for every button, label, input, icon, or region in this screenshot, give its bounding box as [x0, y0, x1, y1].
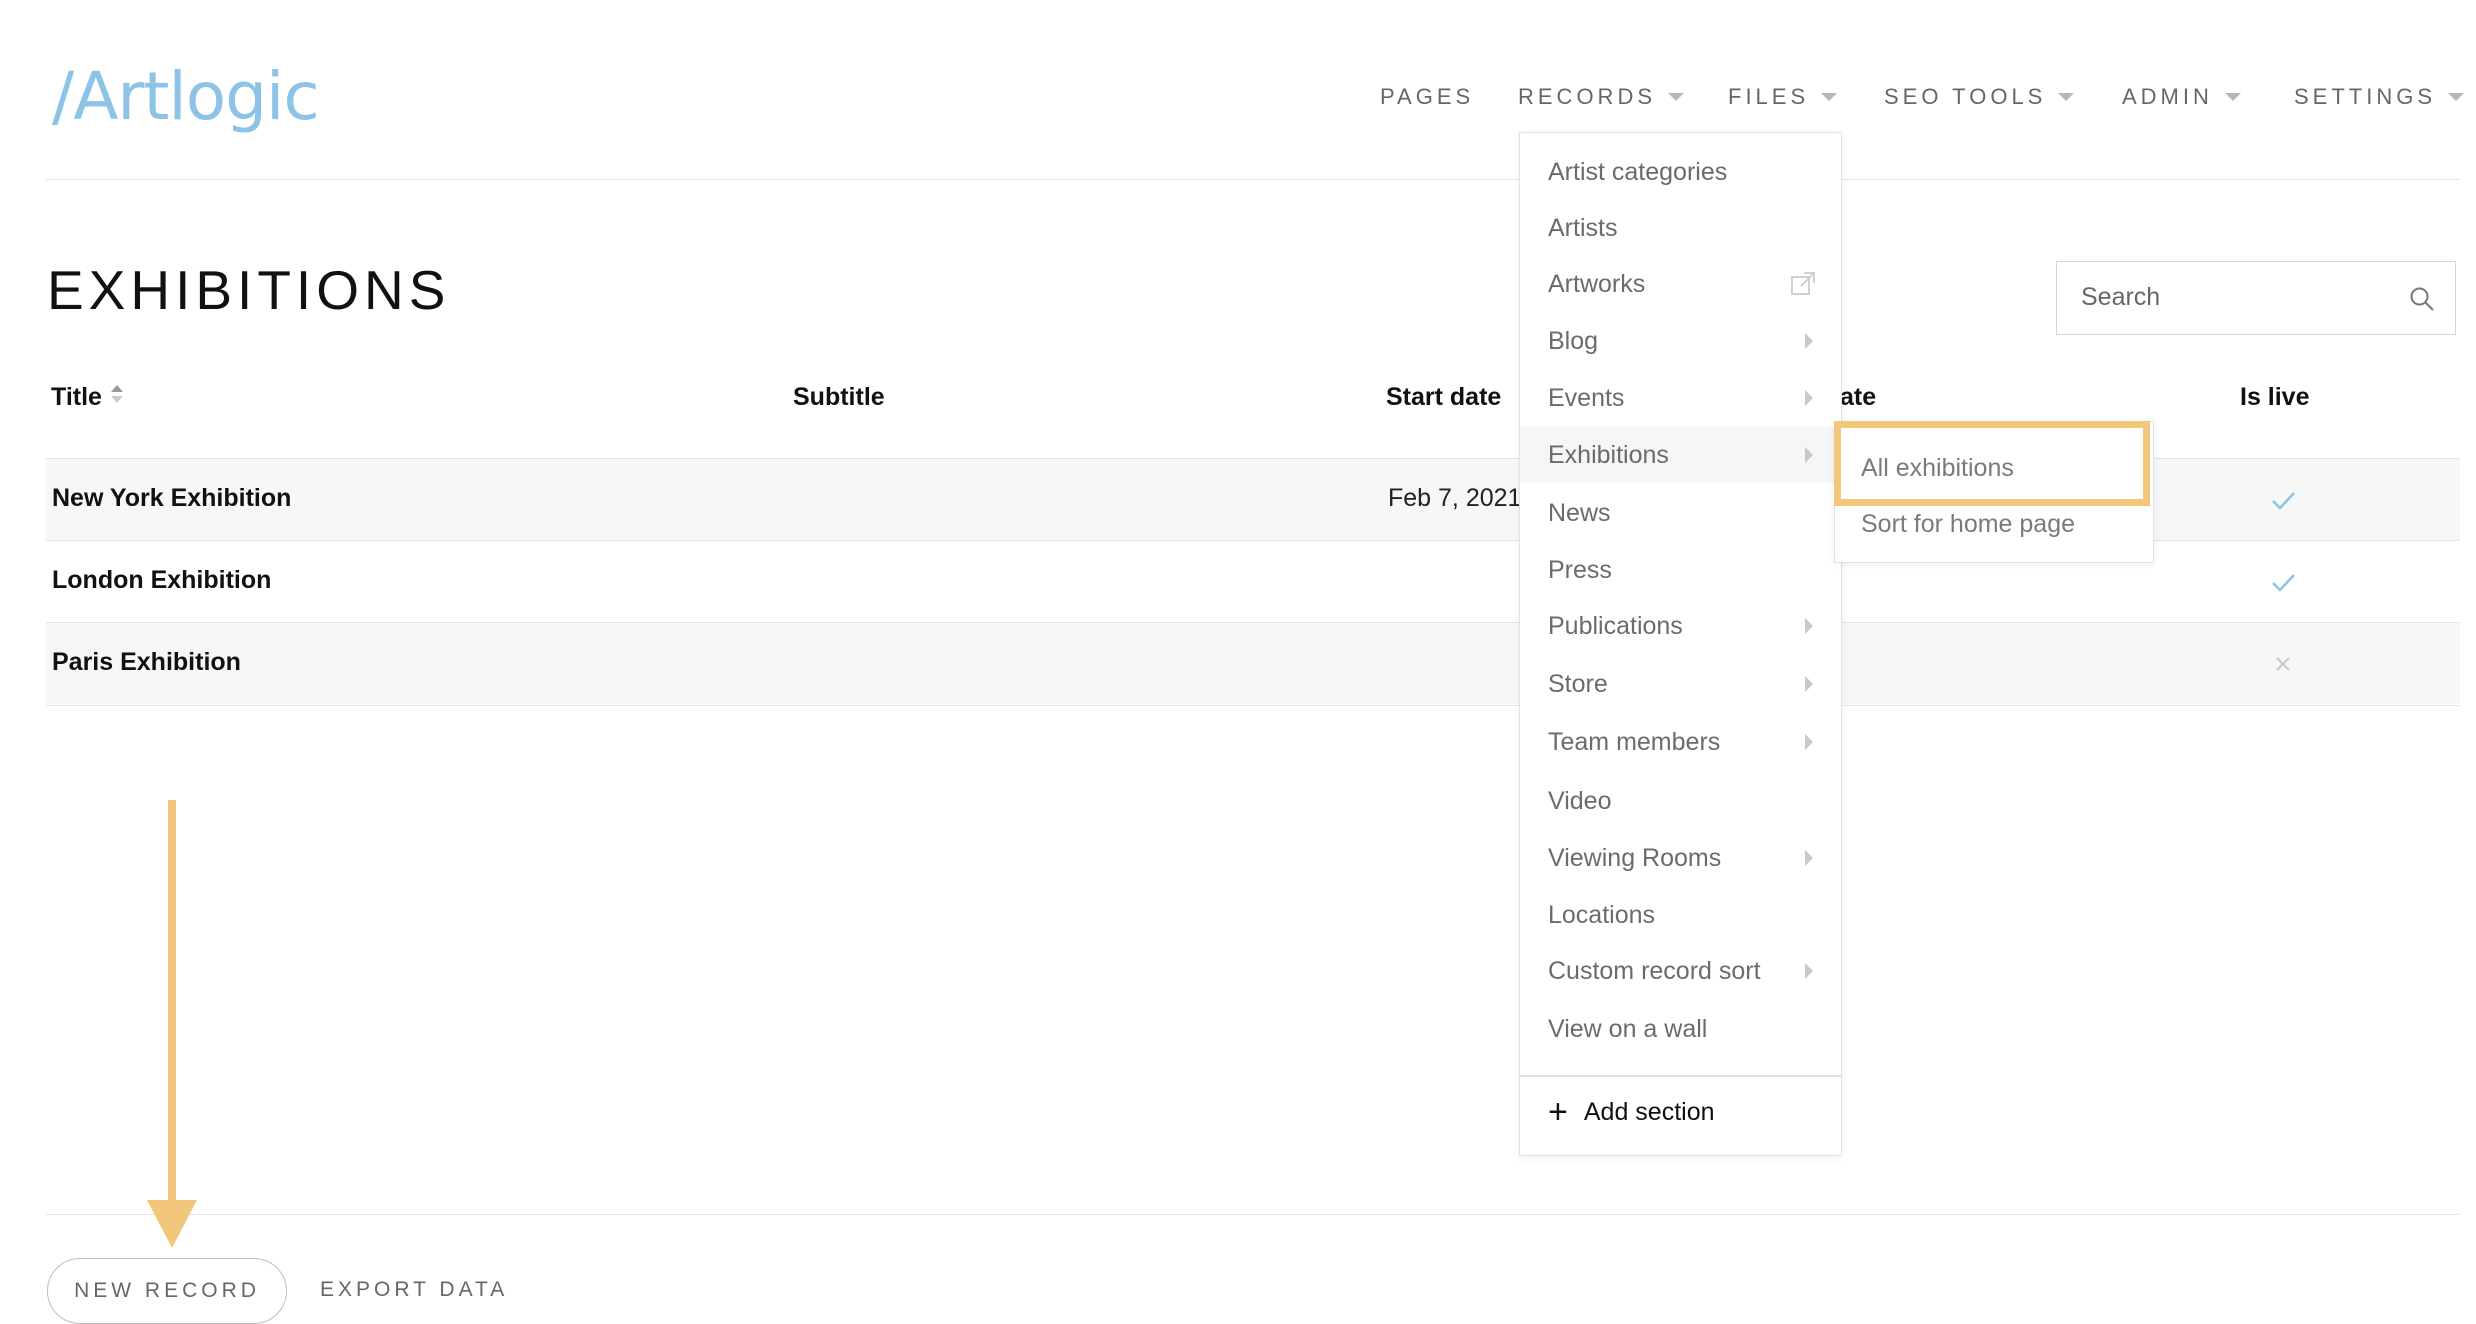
- menu-item-news[interactable]: News: [1520, 485, 1841, 541]
- check-icon: [2272, 574, 2295, 592]
- row-title[interactable]: Paris Exhibition: [52, 648, 241, 677]
- chevron-right-icon: [1805, 618, 1813, 634]
- top-navigation: PAGES RECORDS FILES SEO TOOLS ADMIN SETT…: [0, 84, 2476, 114]
- new-record-button[interactable]: NEW RECORD: [47, 1258, 287, 1324]
- submenu-item-sort-for-home-page[interactable]: Sort for home page: [1861, 510, 2075, 539]
- sort-icon[interactable]: [110, 383, 124, 405]
- chevron-right-icon: [1805, 850, 1813, 866]
- chevron-down-icon: [2224, 93, 2241, 101]
- records-dropdown-menu: Artist categories Artists Artworks Blog …: [1519, 132, 1842, 1156]
- row-start-date: Feb 7, 2021: [1388, 484, 1522, 512]
- menu-item-artists[interactable]: Artists: [1520, 200, 1841, 256]
- chevron-right-icon: [1805, 734, 1813, 750]
- menu-divider: [1520, 1075, 1841, 1077]
- nav-pages[interactable]: PAGES: [1380, 84, 1474, 110]
- chevron-down-icon: [1821, 93, 1838, 101]
- chevron-right-icon: [1805, 333, 1813, 349]
- menu-item-custom-record-sort[interactable]: Custom record sort: [1520, 943, 1841, 999]
- nav-seo-tools[interactable]: SEO TOOLS: [1884, 84, 2075, 110]
- chevron-right-icon: [1805, 676, 1813, 692]
- table-row[interactable]: Paris Exhibition: [46, 622, 2460, 704]
- header-divider: [46, 179, 2460, 180]
- cross-icon: [2276, 657, 2290, 671]
- search-icon[interactable]: [2409, 286, 2435, 312]
- add-section-button[interactable]: + Add section: [1548, 1095, 1715, 1129]
- column-header-subtitle[interactable]: Subtitle: [793, 383, 885, 412]
- column-header-title[interactable]: Title: [51, 383, 124, 412]
- exhibitions-submenu: All exhibitions Sort for home page: [1834, 421, 2154, 563]
- chevron-down-icon: [2058, 93, 2075, 101]
- menu-item-viewing-rooms[interactable]: Viewing Rooms: [1520, 830, 1841, 886]
- menu-item-view-on-a-wall[interactable]: View on a wall: [1520, 1001, 1841, 1057]
- nav-records[interactable]: RECORDS: [1518, 84, 1685, 110]
- chevron-right-icon: [1805, 390, 1813, 406]
- nav-admin[interactable]: ADMIN: [2122, 84, 2241, 110]
- export-data-link[interactable]: EXPORT DATA: [320, 1278, 508, 1302]
- row-title[interactable]: London Exhibition: [52, 566, 271, 595]
- search-box[interactable]: [2056, 261, 2456, 335]
- chevron-right-icon: [1805, 447, 1813, 463]
- menu-item-artist-categories[interactable]: Artist categories: [1520, 144, 1841, 200]
- menu-item-press[interactable]: Press: [1520, 542, 1841, 598]
- menu-item-artworks[interactable]: Artworks: [1520, 256, 1841, 312]
- chevron-right-icon: [1805, 963, 1813, 979]
- page-title: EXHIBITIONS: [47, 259, 451, 321]
- chevron-down-icon: [2448, 93, 2465, 101]
- menu-item-locations[interactable]: Locations: [1520, 887, 1841, 943]
- menu-item-exhibitions[interactable]: Exhibitions: [1520, 427, 1841, 483]
- annotation-arrow: [168, 800, 176, 1205]
- menu-item-publications[interactable]: Publications: [1520, 598, 1841, 654]
- search-input[interactable]: [2079, 282, 2403, 313]
- annotation-arrow-head: [147, 1200, 197, 1248]
- nav-files[interactable]: FILES: [1728, 84, 1838, 110]
- external-link-icon[interactable]: [1789, 270, 1817, 298]
- chevron-down-icon: [1668, 93, 1685, 101]
- menu-item-video[interactable]: Video: [1520, 773, 1841, 829]
- column-header-start-date[interactable]: Start date: [1386, 383, 1501, 412]
- row-title[interactable]: New York Exhibition: [52, 484, 291, 513]
- menu-item-team-members[interactable]: Team members: [1520, 714, 1841, 770]
- submenu-item-all-exhibitions[interactable]: All exhibitions: [1861, 454, 2014, 483]
- nav-settings[interactable]: SETTINGS: [2294, 84, 2465, 110]
- table-divider: [46, 705, 2460, 706]
- plus-icon: +: [1548, 1093, 1568, 1131]
- menu-item-events[interactable]: Events: [1520, 370, 1841, 426]
- check-icon: [2272, 492, 2295, 510]
- column-header-end-date[interactable]: ate: [1840, 383, 1876, 412]
- menu-item-store[interactable]: Store: [1520, 656, 1841, 712]
- column-header-is-live[interactable]: Is live: [2240, 383, 2310, 412]
- menu-item-blog[interactable]: Blog: [1520, 313, 1841, 369]
- footer-divider: [46, 1214, 2460, 1215]
